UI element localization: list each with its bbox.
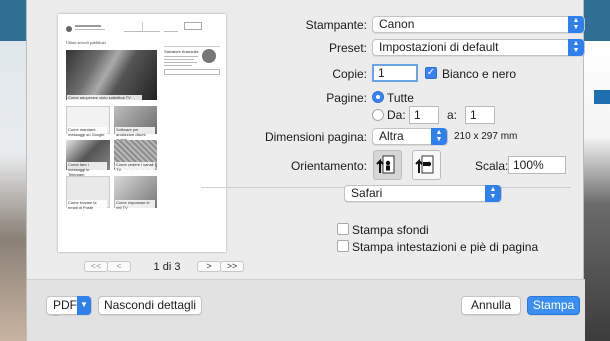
preview-sidebar-name: Salvatore Aranzulla [164, 49, 199, 54]
pdf-menu-button[interactable]: PDF ▼ [46, 296, 92, 315]
paper-dimensions: 210 x 297 mm [454, 131, 518, 142]
preview-pager: << < 1 di 3 > >> [84, 261, 244, 273]
chevron-updown-icon: ▲ ▼ [485, 185, 501, 202]
cancel-button[interactable]: Annulla [461, 296, 521, 315]
preset-label: Preset: [328, 41, 367, 55]
chevron-updown-icon: ▲ ▼ [568, 16, 584, 33]
pages-from-label: Da: [387, 108, 406, 122]
preview-main-caption: Come adoperare ciuto sottotitos TV [67, 95, 142, 100]
print-headers-label: Stampa intestazioni e piè di pagina [352, 240, 539, 254]
printer-value: Canon [379, 17, 415, 31]
print-headers-checkbox[interactable] [337, 240, 349, 252]
black-white-checkbox[interactable]: ✓ [425, 67, 437, 79]
background-tag [594, 90, 610, 104]
portrait-icon [376, 155, 395, 174]
landscape-orientation-button[interactable] [412, 150, 441, 180]
chevron-down-icon: ▼ [77, 296, 91, 315]
last-page-button[interactable]: >> [220, 261, 244, 272]
printer-label: Stampante: [305, 18, 367, 32]
preview-caption-4: Come vedere i canali TV [115, 162, 155, 172]
portrait-orientation-button[interactable] [373, 150, 402, 180]
print-backgrounds-checkbox[interactable] [337, 223, 349, 235]
next-page-button[interactable]: > [197, 261, 221, 272]
preview-caption-6: Come impostare le reti TV [115, 200, 155, 210]
pages-label: Pagine: [326, 91, 367, 105]
background-right [584, 0, 610, 341]
copies-label: Copie: [332, 67, 367, 81]
preview-sidebar: Salvatore Aranzulla [164, 46, 220, 106]
landscape-icon [415, 155, 434, 174]
pages-all-radio[interactable] [372, 91, 384, 103]
scale-input[interactable]: 100% [508, 156, 566, 174]
orientation-label: Orientamento: [290, 159, 367, 173]
section-select[interactable]: Safari ▲ ▼ [344, 185, 502, 202]
pages-to-label: a: [447, 108, 458, 122]
preview-caption-5: Come trovare la email di Poste [67, 200, 107, 210]
chevron-updown-icon: ▲ ▼ [431, 128, 447, 145]
paper-size-value: Altra [379, 129, 404, 143]
background-left [0, 0, 26, 341]
section-value: Safari [351, 186, 383, 200]
printer-select[interactable]: Canon ▲ ▼ [372, 16, 585, 33]
first-page-button[interactable]: << [84, 261, 108, 272]
pages-from-input[interactable]: 1 [409, 106, 439, 124]
preview-header [66, 22, 218, 38]
black-white-label: Bianco e nero [442, 67, 517, 81]
chevron-updown-icon: ▲ ▼ [568, 39, 584, 56]
preset-value: Impostazioni di default [379, 40, 499, 54]
preview-caption-3: Come fare i messaggi in Telegram [67, 162, 107, 177]
page-preview: Ultimi articoli pubblicati Come adoperar… [58, 14, 226, 252]
scale-label: Scala: [475, 159, 509, 173]
paper-size-select[interactable]: Altra ▲ ▼ [372, 128, 448, 145]
pdf-label: PDF [53, 298, 77, 312]
print-button[interactable]: Stampa [527, 296, 580, 315]
pages-to-input[interactable]: 1 [465, 106, 495, 124]
print-dialog: Ultimi articoli pubblicati Come adoperar… [26, 0, 585, 341]
preset-select[interactable]: Impostazioni di default ▲ ▼ [372, 39, 585, 56]
pages-all-label: Tutte [387, 91, 414, 105]
preview-section-title: Ultimi articoli pubblicati [66, 40, 106, 45]
preview-caption-1: Come mandare messaggi su Google [67, 127, 107, 137]
preview-main-image [66, 50, 157, 100]
hide-details-button[interactable]: Nascondi dettagli [98, 296, 202, 315]
page-counter: 1 di 3 [153, 261, 181, 273]
print-backgrounds-label: Stampa sfondi [352, 223, 429, 237]
pages-range-radio[interactable] [372, 109, 384, 121]
paper-size-label: Dimensioni pagina: [264, 130, 367, 144]
prev-page-button[interactable]: < [107, 261, 131, 272]
copies-input[interactable]: 1 [372, 64, 418, 82]
dialog-footer: ? PDF ▼ Nascondi dettagli Annulla Stampa [27, 279, 585, 341]
